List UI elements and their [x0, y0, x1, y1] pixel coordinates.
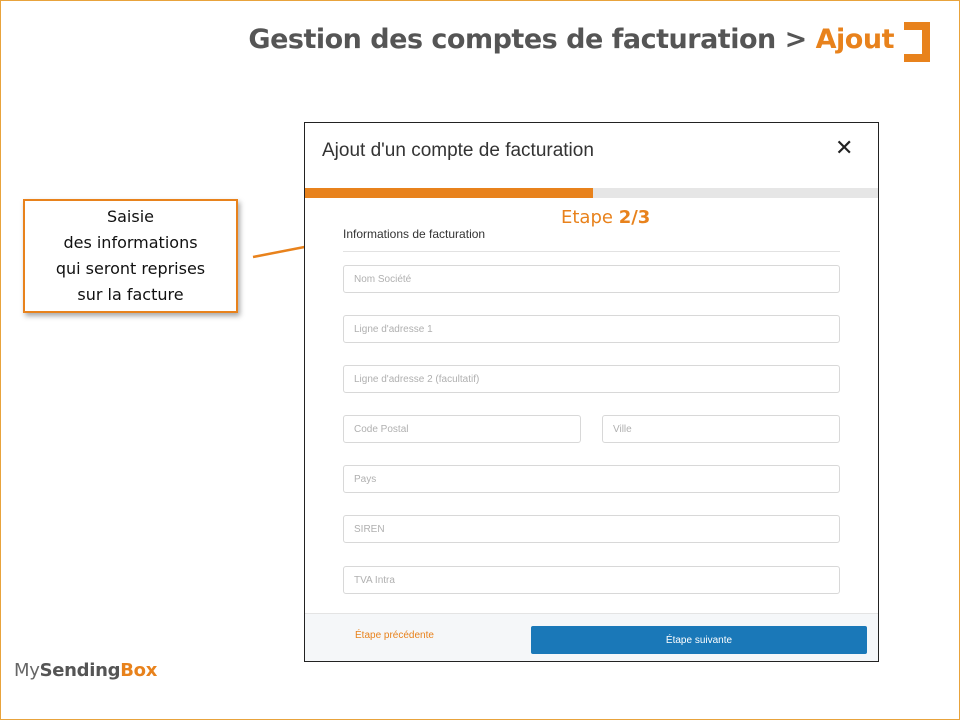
- postal-code-field[interactable]: [343, 415, 581, 443]
- next-step-button[interactable]: Étape suivante: [531, 626, 867, 654]
- step-prefix: Etape: [561, 207, 619, 228]
- billing-account-modal: Ajout d'un compte de facturation ✕ Etape…: [304, 122, 879, 662]
- logo-part-2: Sending: [39, 660, 121, 681]
- step-value: 2/3: [618, 207, 651, 228]
- slide-title: Gestion des comptes de facturation > Ajo…: [248, 24, 894, 55]
- section-divider: [343, 251, 840, 252]
- country-field[interactable]: [343, 465, 840, 493]
- previous-step-button[interactable]: Étape précédente: [355, 630, 434, 641]
- modal-title: Ajout d'un compte de facturation: [322, 140, 594, 161]
- siren-field[interactable]: [343, 515, 840, 543]
- annotation-callout: Saisie des informations qui seront repri…: [23, 199, 238, 313]
- vat-field[interactable]: [343, 566, 840, 594]
- bracket-icon: [904, 22, 930, 62]
- city-field[interactable]: [602, 415, 840, 443]
- company-name-field[interactable]: [343, 265, 840, 293]
- callout-text: Saisie des informations qui seront repri…: [55, 207, 206, 304]
- section-heading: Informations de facturation: [343, 227, 486, 241]
- slide-title-main: Gestion des comptes de facturation >: [248, 24, 816, 55]
- logo-part-1: My: [14, 660, 40, 681]
- address-line-2-field[interactable]: [343, 365, 840, 393]
- modal-footer: Étape précédente Étape suivante: [305, 613, 878, 661]
- slide-title-accent: Ajout: [815, 24, 895, 55]
- progress-bar: [305, 188, 878, 198]
- progress-fill: [305, 188, 593, 198]
- close-icon[interactable]: ✕: [835, 137, 855, 161]
- brand-logo: MySendingBox: [14, 660, 157, 681]
- logo-part-3: Box: [120, 660, 158, 681]
- step-indicator: Etape 2/3: [561, 207, 650, 228]
- address-line-1-field[interactable]: [343, 315, 840, 343]
